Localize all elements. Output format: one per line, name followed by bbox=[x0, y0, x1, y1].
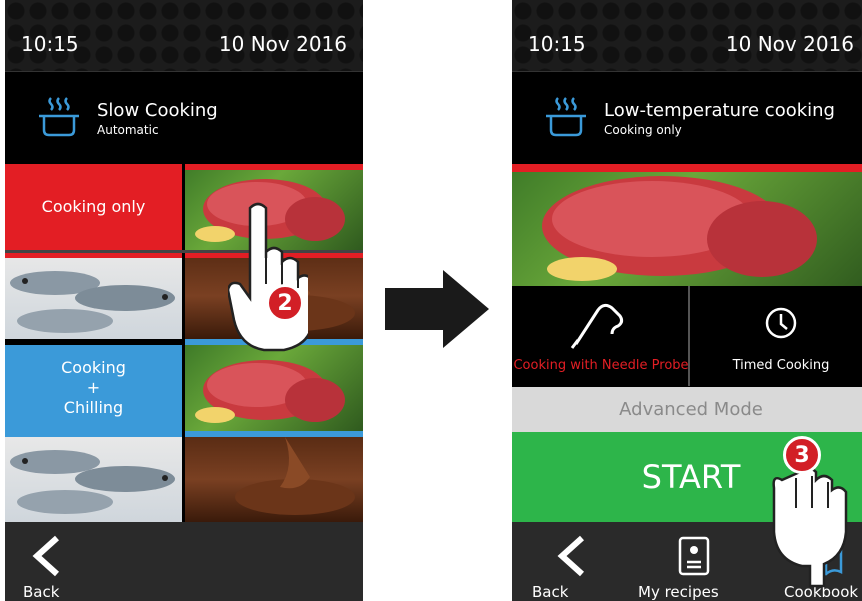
chocolate-image bbox=[235, 437, 355, 515]
fish-image bbox=[10, 271, 175, 333]
cooking-chilling-tile[interactable]: Cooking + Chilling bbox=[5, 345, 182, 431]
back-chevron-icon[interactable] bbox=[554, 534, 590, 578]
cooking-only-label: Cooking only bbox=[41, 197, 146, 216]
bottom-bar: Back bbox=[5, 522, 363, 601]
needle-probe-icon bbox=[570, 303, 624, 349]
mode-title: Slow Cooking bbox=[97, 100, 218, 121]
meat-banner-image bbox=[512, 164, 862, 286]
back-button-label[interactable]: Back bbox=[23, 583, 59, 601]
my-recipes-label[interactable]: My recipes bbox=[638, 583, 719, 601]
cooking-only-tile[interactable]: Cooking only bbox=[5, 164, 182, 250]
step-2-badge: 2 bbox=[266, 284, 304, 322]
clock-time: 10:15 bbox=[21, 32, 79, 56]
mode-title: Low-temperature cooking bbox=[604, 100, 835, 121]
cooking-chilling-line1: Cooking bbox=[61, 358, 126, 377]
cooking-chilling-line3: Chilling bbox=[63, 398, 124, 417]
fish-image-tile[interactable] bbox=[5, 253, 182, 339]
clock-date: 10 Nov 2016 bbox=[218, 32, 347, 56]
hand-pointer-icon bbox=[228, 202, 308, 352]
clock-date: 10 Nov 2016 bbox=[725, 32, 854, 56]
back-button-label[interactable]: Back bbox=[532, 583, 568, 601]
fish-image-tile-2[interactable] bbox=[5, 437, 182, 522]
timed-cooking-label: Timed Cooking bbox=[732, 358, 830, 373]
chocolate-image-tile-2[interactable] bbox=[185, 437, 363, 522]
clock-time: 10:15 bbox=[528, 32, 586, 56]
mode-subtitle: Automatic bbox=[97, 123, 159, 137]
pot-icon bbox=[546, 97, 586, 137]
step-3-badge: 3 bbox=[783, 436, 821, 474]
cooking-chilling-line2: + bbox=[86, 378, 101, 397]
status-bar: 10:15 10 Nov 2016 bbox=[512, 0, 862, 72]
status-bar: 10:15 10 Nov 2016 bbox=[5, 0, 363, 72]
meat-image bbox=[542, 176, 817, 281]
needle-probe-option[interactable]: Cooking with Needle Probe bbox=[512, 286, 690, 386]
needle-probe-label: Cooking with Needle Probe bbox=[513, 358, 689, 373]
timed-cooking-option[interactable]: Timed Cooking bbox=[692, 286, 862, 386]
pot-icon bbox=[39, 97, 79, 137]
left-screen: 10:15 10 Nov 2016 Slow Cooking Automatic… bbox=[5, 0, 363, 601]
back-chevron-icon[interactable] bbox=[29, 534, 65, 578]
mode-header: Low-temperature cooking Cooking only bbox=[512, 72, 862, 162]
mode-header: Slow Cooking Automatic bbox=[5, 72, 363, 162]
clock-icon bbox=[765, 307, 797, 339]
fish-image bbox=[10, 450, 175, 514]
mode-subtitle: Cooking only bbox=[604, 123, 682, 137]
recipe-card-icon[interactable] bbox=[678, 536, 710, 576]
transition-arrow-icon bbox=[385, 270, 489, 348]
